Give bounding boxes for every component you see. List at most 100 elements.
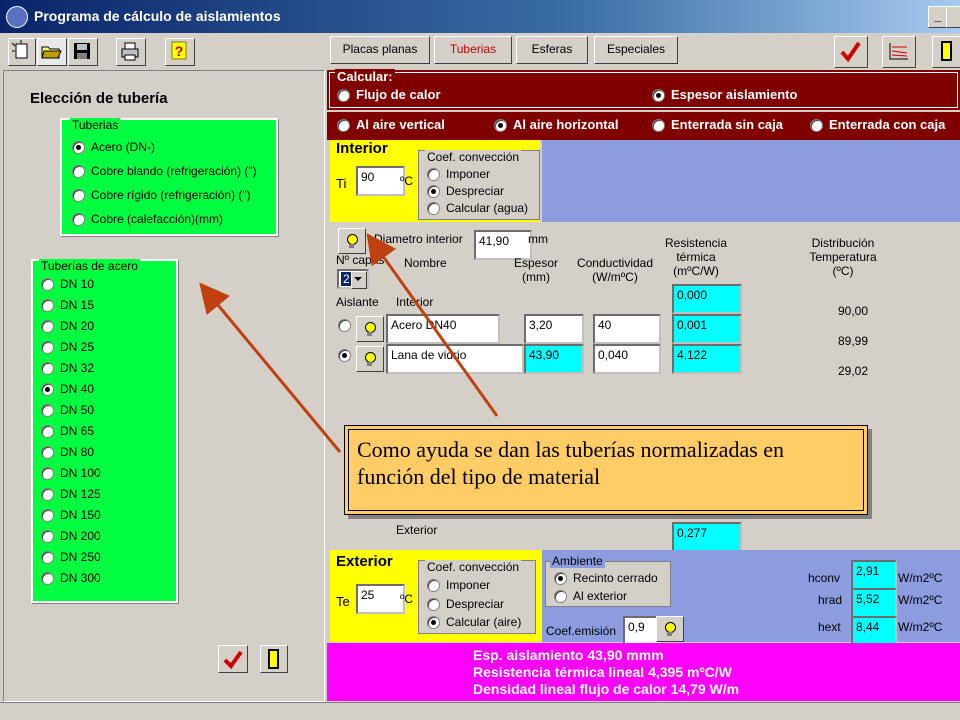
tab-placas-planas[interactable]: Placas planas <box>330 36 430 64</box>
radio-dn[interactable]: DN 25 <box>41 340 94 355</box>
radio-dn[interactable]: DN 32 <box>41 361 94 376</box>
hrad-field[interactable]: 5,52 <box>851 588 897 618</box>
accept-button[interactable] <box>834 36 868 68</box>
tab-especiales[interactable]: Especiales <box>594 36 678 64</box>
row2-name-input[interactable]: Lana de vidrio <box>386 344 524 374</box>
radio-dn[interactable]: DN 300 <box>41 571 101 586</box>
radio-flujo-calor[interactable]: Flujo de calor <box>337 87 441 103</box>
radio-indicator <box>41 278 54 292</box>
tab-esferas[interactable]: Esferas <box>516 36 588 64</box>
radio-acero[interactable]: Acero (DN-) <box>72 140 155 155</box>
help-button[interactable]: ? <box>165 38 195 66</box>
radio-dn[interactable]: DN 150 <box>41 508 101 523</box>
radio-espesor-aislamiento[interactable]: Espesor aislamiento <box>652 87 797 103</box>
folder-icon <box>41 46 62 59</box>
radio-ext-despreciar[interactable]: Despreciar <box>427 597 504 612</box>
radio-al-aire-horizontal[interactable]: Al aire horizontal <box>494 117 618 133</box>
radio-cobre-calefaccion[interactable]: Cobre (calefacción)(mm) <box>72 212 224 227</box>
r-exterior-field[interactable]: 0,277 <box>672 522 742 552</box>
radio-despreciar[interactable]: Despreciar <box>427 184 504 199</box>
radio-ext-calcular-aire[interactable]: Calcular (aire) <box>427 615 521 630</box>
hext-unit: W/m2ºC <box>898 620 943 634</box>
radio-dn[interactable]: DN 125 <box>41 487 101 502</box>
radio-dn[interactable]: DN 80 <box>41 445 94 460</box>
radio-label: Cobre (calefacción)(mm) <box>91 212 224 226</box>
radio-indicator <box>554 572 567 586</box>
row1-aislante-radio[interactable] <box>338 318 357 333</box>
row1-resistencia-field[interactable]: 0,001 <box>672 314 742 344</box>
radio-indicator <box>72 189 85 203</box>
new-file-button[interactable] <box>8 38 36 66</box>
calcular-band: Calcular: Flujo de calor Espesor aislami… <box>327 69 960 140</box>
radio-dn[interactable]: DN 10 <box>41 277 94 292</box>
radio-label: Calcular (agua) <box>446 201 529 215</box>
radio-indicator <box>427 168 440 182</box>
open-folder-button[interactable] <box>37 38 67 66</box>
radio-dn[interactable]: DN 65 <box>41 424 94 439</box>
exit-button[interactable] <box>932 36 960 68</box>
radio-enterrada-con-caja[interactable]: Enterrada con caja <box>810 117 946 133</box>
radio-label: Enterrada con caja <box>829 117 946 132</box>
save-button[interactable] <box>68 38 98 66</box>
left-exit-button[interactable] <box>260 645 288 673</box>
r-interior-field[interactable]: 0,000 <box>672 284 742 314</box>
left-accept-button[interactable] <box>218 645 248 673</box>
row1-name-input[interactable]: Acero DN40 <box>386 314 500 344</box>
result-espesor: Esp. aislamiento 43,90 mmm <box>473 647 664 663</box>
row1-espesor-input[interactable]: 3,20 <box>524 314 584 344</box>
checkmark-icon <box>840 41 861 63</box>
callout-text: Como ayuda se dan las tuberías normaliza… <box>357 437 785 489</box>
emision-help-button[interactable] <box>656 616 684 642</box>
radio-calcular-agua[interactable]: Calcular (agua) <box>427 201 529 216</box>
radio-dn[interactable]: DN 40 <box>41 382 94 397</box>
radio-imponer[interactable]: Imponer <box>427 167 490 182</box>
radio-dn[interactable]: DN 100 <box>41 466 101 481</box>
diameter-help-button[interactable] <box>338 228 366 254</box>
radio-label: Al exterior <box>573 589 628 603</box>
row2-help-button[interactable] <box>356 346 384 372</box>
svg-text:?: ? <box>175 43 184 59</box>
radio-enterrada-sin-caja[interactable]: Enterrada sin caja <box>652 117 783 133</box>
radio-dn[interactable]: DN 250 <box>41 550 101 565</box>
result-resistencia: Resistencia térmica lineal 4,395 mºC/W <box>473 664 732 680</box>
tab-tuberias[interactable]: Tuberias <box>434 36 512 64</box>
row2-aislante-radio[interactable] <box>338 348 357 363</box>
row1-help-button[interactable] <box>356 316 384 342</box>
radio-indicator <box>41 425 54 439</box>
distribucion-header: Distribución Temperatura (ºC) <box>809 236 877 278</box>
radio-dn[interactable]: DN 20 <box>41 319 94 334</box>
radio-dn[interactable]: DN 50 <box>41 403 95 418</box>
print-button[interactable] <box>116 38 146 66</box>
diametro-unit: mm <box>528 232 548 246</box>
graph-button[interactable] <box>882 36 916 68</box>
row2-resistencia-field[interactable]: 4,122 <box>672 344 742 374</box>
radio-cobre-rigido[interactable]: Cobre rígido (refrigeración) (") <box>72 188 251 203</box>
radio-al-aire-vertical[interactable]: Al aire vertical <box>337 117 445 133</box>
te-input[interactable]: 25 <box>356 584 405 614</box>
radio-label: DN 250 <box>60 550 101 564</box>
radio-ext-imponer[interactable]: Imponer <box>427 578 490 593</box>
row1-conductividad-input[interactable]: 40 <box>593 314 661 344</box>
row2-conductividad-input[interactable]: 0,040 <box>593 344 661 374</box>
interior-coef-group: Coef. convección Imponer Despreciar Calc… <box>418 150 540 220</box>
radio-label: Recinto cerrado <box>573 571 658 585</box>
hconv-field[interactable]: 2,91 <box>851 560 897 590</box>
row2-espesor-input[interactable]: 43,90 <box>524 344 584 374</box>
radio-dn[interactable]: DN 200 <box>41 529 101 544</box>
t-interior-value: 90,00 <box>838 304 869 318</box>
row1-temp-value: 89,99 <box>838 334 869 348</box>
chevron-down-icon[interactable] <box>351 271 367 289</box>
maximize-button[interactable] <box>946 6 960 28</box>
ti-input[interactable]: 90 <box>356 166 405 196</box>
radio-al-exterior[interactable]: Al exterior <box>554 589 628 604</box>
radio-recinto-cerrado[interactable]: Recinto cerrado <box>554 571 658 586</box>
minimize-button[interactable]: _ <box>928 6 948 28</box>
radio-cobre-blando[interactable]: Cobre blando (refrigeración) (") <box>72 164 257 179</box>
hext-field[interactable]: 8,44 <box>851 616 897 646</box>
radio-indicator <box>494 119 507 133</box>
hrad-unit: W/m2ºC <box>898 593 943 607</box>
aislante-label: Aislante <box>336 295 379 309</box>
ncapas-select[interactable]: 2 <box>337 269 369 289</box>
radio-label: DN 50 <box>60 403 95 417</box>
radio-dn[interactable]: DN 15 <box>41 298 94 313</box>
